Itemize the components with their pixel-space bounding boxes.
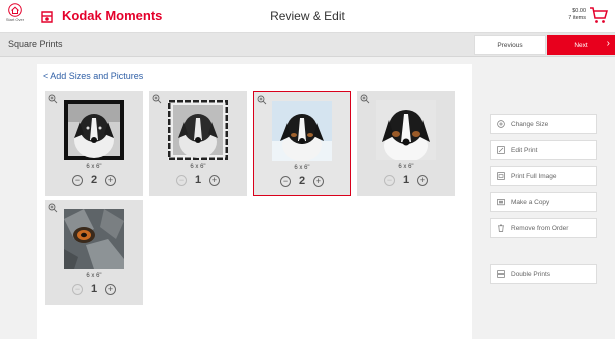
- next-button[interactable]: Next ›: [547, 35, 615, 55]
- trash-icon: [498, 224, 504, 232]
- print-tile[interactable]: 6 x 6" − 1 +: [45, 200, 143, 305]
- increase-quantity-button[interactable]: +: [313, 175, 324, 187]
- print-size-label: 6 x 6": [86, 273, 102, 279]
- cart-items: 7 items: [568, 15, 586, 21]
- edit-print-label: Edit Print: [511, 146, 538, 154]
- quantity-value: 1: [402, 174, 410, 186]
- print-size-label: 6 x 6": [398, 164, 414, 170]
- sub-header: Square Prints Previous Next ›: [0, 33, 615, 57]
- quantity-stepper: − 2 +: [254, 175, 350, 187]
- zoom-icon[interactable]: [48, 203, 58, 213]
- print-size-label: 6 x 6": [86, 164, 102, 170]
- increase-quantity-button[interactable]: +: [417, 174, 428, 186]
- decrease-quantity-button[interactable]: −: [72, 174, 83, 186]
- copy-icon: [497, 199, 505, 206]
- chevron-right-icon: ›: [606, 38, 610, 49]
- make-copy-label: Make a Copy: [511, 198, 550, 206]
- quantity-stepper: − 2 +: [45, 174, 143, 186]
- double-prints-button[interactable]: Double Prints: [490, 264, 597, 284]
- print-tile-selected[interactable]: 6 x 6" − 2 +: [253, 91, 351, 196]
- zoom-icon[interactable]: [48, 94, 58, 104]
- print-photo: [64, 100, 124, 160]
- print-full-image-button[interactable]: Print Full Image: [490, 166, 597, 186]
- quantity-value: 2: [90, 174, 98, 186]
- double-prints-icon: [497, 270, 505, 278]
- quantity-value: 1: [194, 174, 202, 186]
- change-size-label: Change Size: [511, 120, 549, 128]
- cart-button[interactable]: $0.00 7 items: [568, 5, 609, 25]
- make-copy-button[interactable]: Make a Copy: [490, 192, 597, 212]
- decrease-quantity-button[interactable]: −: [72, 283, 83, 295]
- page-title: Review & Edit: [270, 9, 345, 23]
- remove-from-order-button[interactable]: Remove from Order: [490, 218, 597, 238]
- print-photo: [272, 101, 332, 161]
- increase-quantity-button[interactable]: +: [209, 174, 220, 186]
- quantity-value: 2: [298, 175, 306, 187]
- edit-icon: [497, 146, 505, 154]
- decrease-quantity-button[interactable]: −: [384, 174, 395, 186]
- product-name: Square Prints: [8, 39, 63, 49]
- decrease-quantity-button[interactable]: −: [176, 174, 187, 186]
- change-size-button[interactable]: Change Size: [490, 114, 597, 134]
- print-size-label: 6 x 6": [294, 165, 310, 171]
- quantity-stepper: − 1 +: [45, 283, 143, 295]
- print-photo: [168, 100, 228, 160]
- print-tile[interactable]: 6 x 6" − 2 +: [45, 91, 143, 196]
- zoom-icon[interactable]: [360, 94, 370, 104]
- full-image-icon: [497, 172, 505, 180]
- prints-panel: < Add Sizes and Pictures 6 x 6" − 2 + 6 …: [37, 64, 472, 339]
- quantity-stepper: − 1 +: [149, 174, 247, 186]
- add-sizes-link[interactable]: < Add Sizes and Pictures: [43, 71, 143, 81]
- print-size-label: 6 x 6": [190, 164, 206, 170]
- quantity-value: 1: [90, 283, 98, 295]
- double-prints-label: Double Prints: [511, 270, 551, 278]
- cart-icon: [590, 7, 608, 23]
- cart-summary: $0.00 7 items: [568, 8, 586, 22]
- cart-amount: $0.00: [572, 8, 586, 14]
- previous-button[interactable]: Previous: [474, 35, 546, 55]
- decrease-quantity-button[interactable]: −: [280, 175, 291, 187]
- print-photo: [64, 209, 124, 269]
- increase-quantity-button[interactable]: +: [105, 283, 116, 295]
- remove-from-order-label: Remove from Order: [511, 224, 569, 232]
- edit-print-button[interactable]: Edit Print: [490, 140, 597, 160]
- zoom-icon[interactable]: [152, 94, 162, 104]
- print-full-image-label: Print Full Image: [511, 172, 557, 180]
- increase-quantity-button[interactable]: +: [105, 174, 116, 186]
- top-header: Start Over Kodak Moments Review & Edit $…: [0, 0, 615, 33]
- print-photo: [376, 100, 436, 160]
- zoom-icon[interactable]: [257, 95, 267, 105]
- next-label: Next: [574, 41, 588, 49]
- plus-circle-icon: [497, 120, 505, 128]
- print-tile[interactable]: 6 x 6" − 1 +: [149, 91, 247, 196]
- print-tile[interactable]: 6 x 6" − 1 +: [357, 91, 455, 196]
- quantity-stepper: − 1 +: [357, 174, 455, 186]
